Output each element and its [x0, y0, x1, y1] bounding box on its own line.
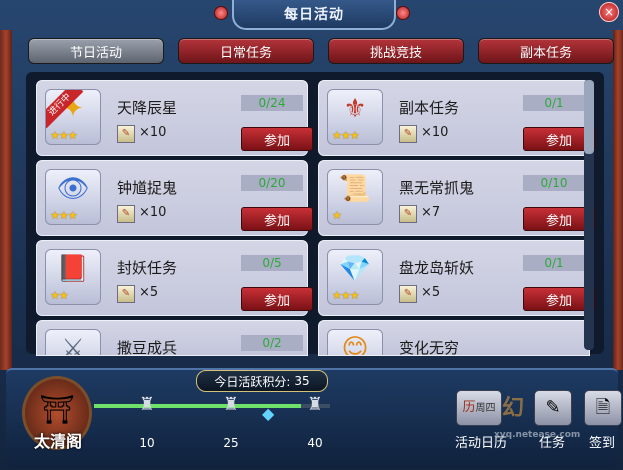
milestone-label: 10: [139, 436, 155, 450]
tab-dungeon[interactable]: 副本任务: [478, 38, 614, 64]
dungeon-emblem-icon: ⚜ ★★★: [327, 89, 383, 145]
activity-name: 变化无穷: [399, 339, 460, 356]
activity-card: ⚜ ★★★ 副本任务 0/1 ✎ ×10 参加: [318, 80, 595, 156]
activity-name: 盘龙岛斩妖: [399, 259, 475, 277]
activity-name: 黑无常抓鬼: [399, 179, 475, 197]
reward-count: ×10: [139, 205, 167, 220]
milestone-chest-icon[interactable]: ♜: [220, 394, 242, 416]
quest-glyph: ✎: [545, 397, 561, 418]
milestone-label: 25: [223, 436, 239, 450]
activity-card: 📕 ★★ 封妖任务 0/5 ✎ ×5 参加: [36, 240, 313, 316]
tab-bar: 节日活动 日常任务 挑战竞技 副本任务: [28, 38, 614, 64]
activity-name: 副本任务: [399, 99, 460, 117]
header-gem-icon: [214, 6, 228, 20]
reward-scroll-icon: ✎: [117, 205, 135, 223]
reward-count: ×10: [139, 125, 167, 140]
reward-scroll-icon: ✎: [399, 125, 417, 143]
reward-count: ×5: [421, 285, 441, 300]
activity-progress: 0/20: [241, 175, 303, 191]
ghost-book-icon: 📜 ★: [327, 169, 383, 225]
activity-card: ⚔ 撒豆成兵 0/2: [36, 320, 308, 356]
left-pillar: [0, 30, 12, 370]
ghost-mask-icon: 👁 ★★★: [45, 169, 101, 225]
soldier-icon: ⚔: [45, 329, 101, 355]
quest-label[interactable]: 任务: [534, 432, 570, 451]
calendar-glyph: 历: [462, 400, 476, 415]
close-button[interactable]: ×: [599, 2, 619, 22]
activity-card: 💎 ★★★ 盘龙岛斩妖 0/1 ✎ ×5 参加: [318, 240, 595, 316]
list-scrollbar[interactable]: [584, 80, 594, 350]
activity-name: 天降辰星: [117, 99, 178, 117]
activity-card: 😊 变化无穷: [318, 320, 590, 356]
activity-card: ✦ 进行中 ★★★ 天降辰星 0/24 ✎ ×10 参加: [36, 80, 313, 156]
current-score-marker-icon: ◆: [262, 404, 275, 423]
spell-book-icon: 📕 ★★: [45, 249, 101, 305]
header-gem-icon: [396, 6, 410, 20]
treasure-chest-icon: 💎 ★★★: [327, 249, 383, 305]
calendar-label[interactable]: 活动日历: [450, 432, 512, 451]
window-title-text: 每日活动: [284, 7, 344, 23]
activity-name: 撒豆成兵: [117, 339, 178, 356]
quest-icon[interactable]: ✎: [534, 390, 572, 426]
score-label: 今日活跃积分:: [214, 374, 291, 389]
activity-score: 今日活跃积分: 35: [196, 370, 328, 392]
signin-icon[interactable]: 🗎: [584, 390, 622, 426]
signin-glyph: 🗎: [595, 397, 611, 418]
reward-scroll-icon: ✎: [117, 285, 135, 303]
star-scroll-icon: ✦ 进行中 ★★★: [45, 89, 101, 145]
activity-progress: 0/1: [523, 255, 585, 271]
difficulty-stars: ★★: [50, 289, 69, 302]
tab-festival[interactable]: 节日活动: [28, 38, 164, 64]
activity-progress: 0/10: [523, 175, 585, 191]
activity-card: 👁 ★★★ 钟馗捉鬼 0/20 ✎ ×10 参加: [36, 160, 313, 236]
activity-progress: 0/1: [523, 95, 585, 111]
join-button[interactable]: 参加: [241, 127, 313, 151]
difficulty-stars: ★★★: [332, 129, 360, 142]
tab-daily[interactable]: 日常任务: [178, 38, 314, 64]
difficulty-stars: ★★★: [50, 129, 78, 142]
milestone-chest-icon[interactable]: ♜: [304, 394, 326, 416]
signin-label[interactable]: 签到: [584, 432, 620, 451]
score-value: 35: [294, 374, 310, 388]
activity-progress: 0/24: [241, 95, 303, 111]
tab-challenge[interactable]: 挑战竞技: [328, 38, 464, 64]
difficulty-stars: ★★★: [50, 209, 78, 222]
scrollbar-thumb[interactable]: [584, 80, 594, 154]
reward-count: ×5: [139, 285, 159, 300]
score-track: [94, 404, 330, 408]
game-window: 每日活动 × 节日活动 日常任务 挑战竞技 副本任务 ✦ 进行中 ★★★ 天降辰…: [0, 0, 623, 470]
calendar-weekday: 周四: [475, 403, 496, 414]
difficulty-stars: ★★★: [332, 289, 360, 302]
join-button[interactable]: 参加: [241, 207, 313, 231]
activity-progress: 0/5: [241, 255, 303, 271]
calendar-icon[interactable]: 历周四: [456, 390, 502, 426]
activity-name: 封妖任务: [117, 259, 178, 277]
right-pillar: [613, 30, 623, 370]
reward-count: ×7: [421, 205, 441, 220]
milestone-chest-icon[interactable]: ♜: [136, 394, 158, 416]
activity-progress: 0/2: [241, 335, 303, 351]
transform-face-icon: 😊: [327, 329, 383, 355]
reward-count: ×10: [421, 125, 449, 140]
pavilion-label: 太清阁: [33, 432, 82, 451]
reward-scroll-icon: ✎: [399, 285, 417, 303]
reward-scroll-icon: ✎: [399, 205, 417, 223]
milestone-label: 40: [307, 436, 323, 450]
reward-scroll-icon: ✎: [117, 125, 135, 143]
difficulty-stars: ★: [332, 209, 342, 222]
window-title: 每日活动: [232, 0, 396, 30]
join-button[interactable]: 参加: [241, 287, 313, 311]
activity-card: 📜 ★ 黑无常抓鬼 0/10 ✎ ×7 参加: [318, 160, 595, 236]
activity-name: 钟馗捉鬼: [117, 179, 178, 197]
